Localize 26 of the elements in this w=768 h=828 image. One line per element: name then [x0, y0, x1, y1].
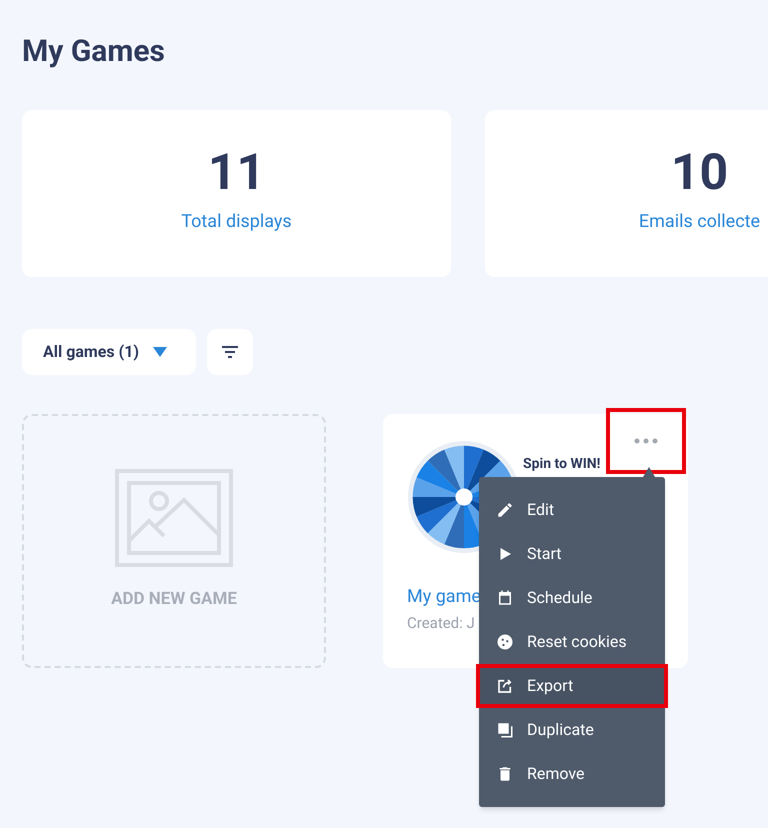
- stat-value: 11: [208, 144, 266, 202]
- stat-value: 10: [670, 144, 728, 202]
- image-placeholder-icon: [115, 469, 233, 568]
- caret-icon: [152, 347, 167, 357]
- page-title: My Games: [22, 33, 166, 71]
- share-icon: [496, 677, 514, 695]
- menu-item[interactable]: Schedule: [479, 576, 665, 620]
- more-options-button[interactable]: [606, 408, 686, 474]
- game-banner-title: Spin to WIN!: [523, 455, 600, 474]
- more-icon: [634, 438, 658, 444]
- filter-icon: [222, 346, 238, 358]
- copy-icon: [496, 721, 514, 739]
- pencil-icon: [496, 501, 514, 519]
- filter-button[interactable]: [207, 329, 253, 375]
- games-dropdown[interactable]: All games (1): [22, 329, 196, 375]
- menu-item[interactable]: Remove: [479, 752, 665, 796]
- stat-label: Emails collecte: [638, 210, 760, 234]
- menu-item[interactable]: Reset cookies: [479, 620, 665, 664]
- menu-item[interactable]: Duplicate: [479, 708, 665, 752]
- cookie-icon: [496, 633, 514, 651]
- menu-item[interactable]: Start: [479, 532, 665, 576]
- created-date: Created: J: [407, 613, 476, 634]
- stat-label: Total displays: [181, 210, 292, 234]
- menu-item[interactable]: Export: [476, 664, 668, 708]
- menu-item[interactable]: Edit: [479, 488, 665, 532]
- calendar-icon: [496, 589, 514, 607]
